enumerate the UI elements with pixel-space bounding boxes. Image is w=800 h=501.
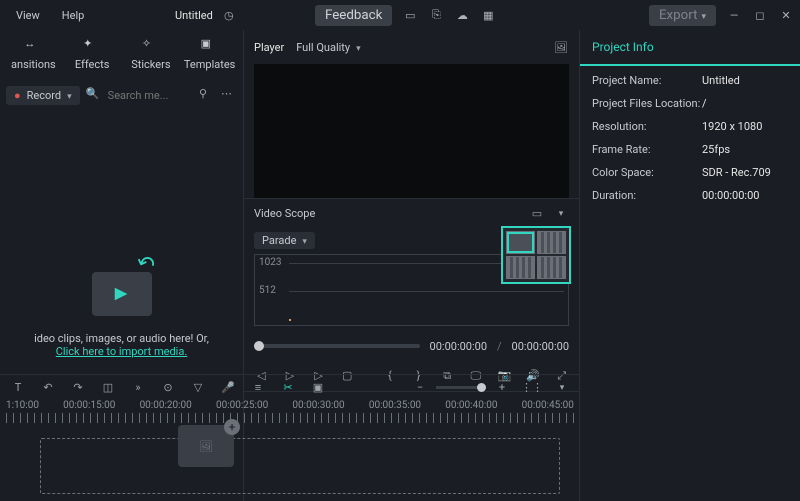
project-info-header: Project Info xyxy=(592,40,654,54)
speed-icon[interactable]: ⊙ xyxy=(160,380,176,396)
cloud-icon[interactable]: ☁ xyxy=(454,7,470,23)
render-icon[interactable]: ▣ xyxy=(310,380,326,396)
zoom-in-icon[interactable]: + xyxy=(494,380,510,396)
center-toolbar: Feedback ▭ ⎘ ☁ ▦ xyxy=(315,0,496,30)
media-search-input[interactable] xyxy=(108,89,193,102)
zoom-slider[interactable] xyxy=(436,386,486,389)
text-tool-icon[interactable]: T xyxy=(10,380,26,396)
scope-collapse-icon[interactable] xyxy=(553,206,569,222)
info-row: Color Space:SDR - Rec.709 xyxy=(592,166,788,179)
scope-y-1023: 1023 xyxy=(259,257,281,268)
filter-icon[interactable]: ⚲ xyxy=(199,87,215,103)
snapshot-icon[interactable]: 🖼 xyxy=(553,39,569,55)
timeline-toolbar: T ↶ ↷ ◫ » ⊙ ▽ 🎤 ≡ ✂ ▣ − + ⋮⋮ xyxy=(0,374,580,400)
scope-layout-icon[interactable]: ▭ xyxy=(529,206,545,222)
more-icon[interactable]: ⋯ xyxy=(221,87,237,103)
redo-icon[interactable]: ↷ xyxy=(70,380,86,396)
asset-tabs: ↔ansitions ✦Effects ✧Stickers ▣Templates xyxy=(0,30,243,78)
info-row: Frame Rate:25fps xyxy=(592,143,788,156)
import-link[interactable]: Click here to import media. xyxy=(56,345,187,358)
import-hint-text: ideo clips, images, or audio here! Or, xyxy=(34,332,209,345)
scope-mode-dropdown[interactable]: Parade xyxy=(254,232,315,249)
minimize-icon[interactable]: — xyxy=(726,7,742,23)
scrub-bar[interactable] xyxy=(254,344,420,348)
scope-opt-2[interactable] xyxy=(537,231,566,254)
project-info-table: Project Name:Untitled Project Files Loca… xyxy=(580,66,800,210)
feedback-button[interactable]: Feedback xyxy=(315,5,392,26)
tab-effects[interactable]: ✦Effects xyxy=(66,37,118,71)
add-clip-icon[interactable]: + xyxy=(224,419,240,435)
info-row: Project Files Location:/ xyxy=(592,97,788,110)
track-options-icon[interactable]: ⋮⋮ xyxy=(524,380,540,396)
grid-icon[interactable]: ▦ xyxy=(480,7,496,23)
track-more-icon[interactable] xyxy=(554,380,570,396)
tab-templates[interactable]: ▣Templates xyxy=(184,37,236,71)
player-label: Player xyxy=(254,41,284,54)
layout-icon[interactable]: ▭ xyxy=(402,7,418,23)
image-icon: 🖼 xyxy=(199,440,213,453)
window-controls: Export — ◻ ✕ xyxy=(649,0,794,30)
time-current: 00:00:00:00 xyxy=(430,340,487,353)
scope-opt-3[interactable] xyxy=(506,256,535,279)
marker-icon[interactable]: ▽ xyxy=(190,380,206,396)
clip-placeholder[interactable]: 🖼 + xyxy=(178,425,234,467)
video-preview[interactable] xyxy=(254,64,569,198)
info-row: Duration:00:00:00:00 xyxy=(592,189,788,202)
time-duration: 00:00:00:00 xyxy=(512,340,569,353)
scope-opt-4[interactable] xyxy=(537,256,566,279)
info-row: Resolution:1920 x 1080 xyxy=(592,120,788,133)
tab-stickers[interactable]: ✧Stickers xyxy=(125,37,177,71)
save-icon[interactable]: ⎘ xyxy=(428,7,444,23)
history-icon[interactable]: ◷ xyxy=(221,7,237,23)
tab-transitions[interactable]: ↔ansitions xyxy=(7,37,59,71)
maximize-icon[interactable]: ◻ xyxy=(752,7,768,23)
timeline-track-dropzone[interactable]: 🖼 + xyxy=(40,438,560,494)
info-row: Project Name:Untitled xyxy=(592,74,788,87)
preview-panel: Player Full Quality 🖼 Video Scope ▭ Para… xyxy=(244,30,580,501)
quality-dropdown[interactable]: Full Quality xyxy=(296,41,360,54)
undo-icon[interactable]: ↶ xyxy=(40,380,56,396)
import-graphic: ↶ xyxy=(87,256,157,316)
project-info-panel: Project Info Project Name:Untitled Proje… xyxy=(580,30,800,501)
document-title: Untitled xyxy=(175,9,213,22)
search-icon: 🔍 xyxy=(86,87,102,103)
crop-icon[interactable]: ◫ xyxy=(100,380,116,396)
templates-icon: ▣ xyxy=(201,37,219,55)
export-button[interactable]: Export xyxy=(649,5,716,26)
record-dropdown[interactable]: ●Record xyxy=(6,86,80,105)
scope-y-512: 512 xyxy=(259,285,276,296)
scope-opt-1[interactable] xyxy=(506,231,535,254)
audio-tool-icon[interactable]: ≡ xyxy=(250,380,266,396)
effects-icon: ✦ xyxy=(83,37,101,55)
expand-tools-icon[interactable]: » xyxy=(130,380,146,396)
zoom-out-icon[interactable]: − xyxy=(412,380,428,396)
menu-help[interactable]: Help xyxy=(54,5,93,26)
autocut-icon[interactable]: ✂ xyxy=(280,380,296,396)
time-sep: / xyxy=(497,340,502,353)
video-scope-title: Video Scope xyxy=(254,207,315,220)
document-title-block: Untitled ◷ xyxy=(175,0,237,30)
menu-view[interactable]: View xyxy=(8,5,48,26)
scope-layout-picker[interactable] xyxy=(501,226,571,284)
mic-icon[interactable]: 🎤 xyxy=(220,380,236,396)
transitions-icon: ↔ xyxy=(24,37,42,55)
close-icon[interactable]: ✕ xyxy=(778,7,794,23)
timeline-ruler[interactable]: 1:10:00 00:00:15:00 00:00:20:00 00:00:25… xyxy=(0,400,580,426)
zoom-control: − + xyxy=(412,380,510,396)
stickers-icon: ✧ xyxy=(142,37,160,55)
video-scope: Parade 1023 512 xyxy=(254,228,569,326)
